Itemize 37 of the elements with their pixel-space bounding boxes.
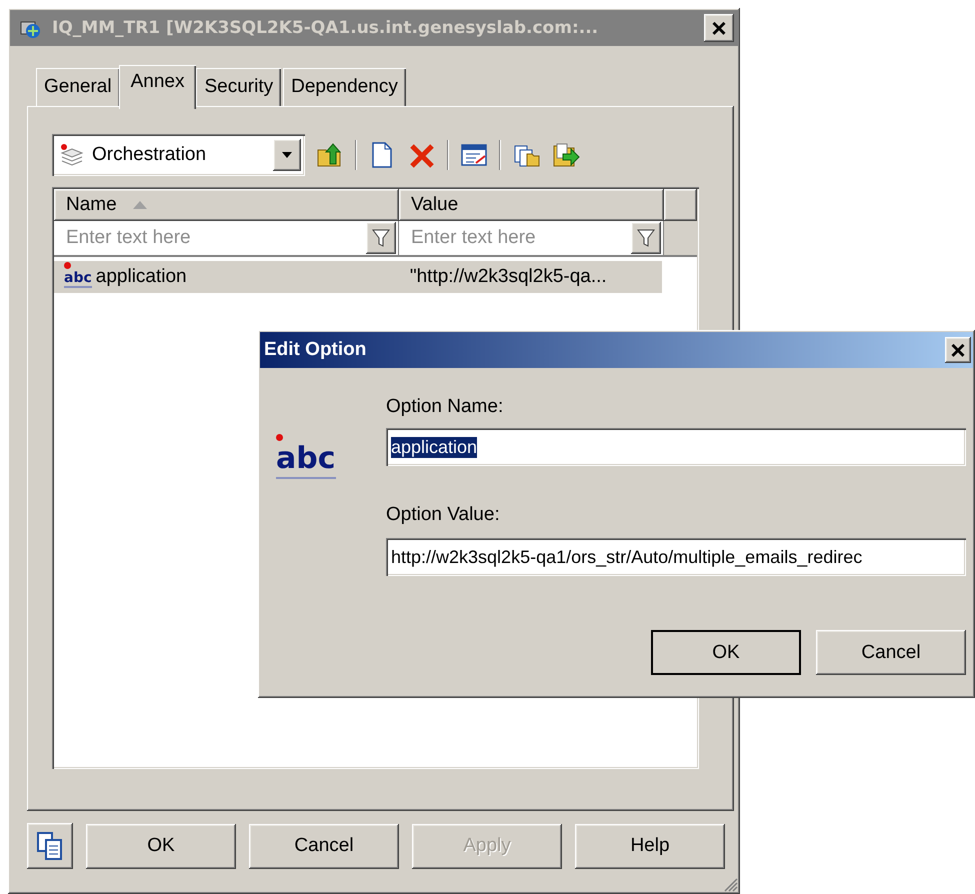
- field-label: Option Name:: [386, 396, 504, 419]
- table-cell: "http://w2k3sql2k5-qa...: [410, 266, 607, 288]
- window-title: IQ_MM_TR1 [W2K3SQL2K5-QA1.us.int.genesyslab.com:...: [52, 18, 600, 38]
- dropdown-value: Orchestration: [92, 144, 208, 166]
- dialog-title: Edit Option: [264, 339, 368, 361]
- tab[interactable]: Annex: [118, 65, 196, 109]
- field-label: Option Value:: [386, 504, 501, 527]
- section-dropdown[interactable]: Orchestration: [52, 134, 305, 176]
- copy-button[interactable]: [27, 823, 73, 869]
- close-button[interactable]: ×: [704, 14, 734, 42]
- filter-icon: [372, 229, 390, 247]
- field-value: application: [391, 436, 478, 458]
- filter-button[interactable]: [366, 222, 396, 254]
- table-cell: application: [96, 266, 187, 288]
- filter-button[interactable]: [631, 222, 661, 254]
- cancel-button[interactable]: Cancel: [249, 824, 399, 868]
- tab[interactable]: General: [36, 68, 120, 106]
- layers-icon: [60, 144, 84, 166]
- ok-button[interactable]: OK: [651, 630, 801, 675]
- column-label: Value: [411, 194, 458, 216]
- tab[interactable]: Security: [196, 68, 282, 106]
- documents-icon: [36, 831, 64, 861]
- resize-grip-icon: [724, 878, 738, 892]
- input-field[interactable]: application: [386, 428, 966, 466]
- filter-icon: [637, 229, 655, 247]
- cancel-button[interactable]: Cancel: [816, 630, 966, 675]
- caret-icon: [282, 152, 292, 158]
- sort-arrow-icon: [132, 201, 147, 209]
- close-button[interactable]: ×: [945, 337, 971, 363]
- column-label: Name: [66, 194, 117, 216]
- ok-button[interactable]: OK: [86, 824, 236, 868]
- column-header[interactable]: Name: [54, 189, 399, 221]
- tab[interactable]: Dependency: [283, 68, 406, 106]
- input-field[interactable]: http://w2k3sql2k5-qa1/ors_str/Auto/multiple_emails_redirec: [386, 538, 966, 576]
- column-header[interactable]: Value: [399, 189, 664, 221]
- table-row[interactable]: abc application "http://w2k3sql2k5-qa...: [54, 261, 662, 293]
- help-button[interactable]: Help: [575, 824, 725, 868]
